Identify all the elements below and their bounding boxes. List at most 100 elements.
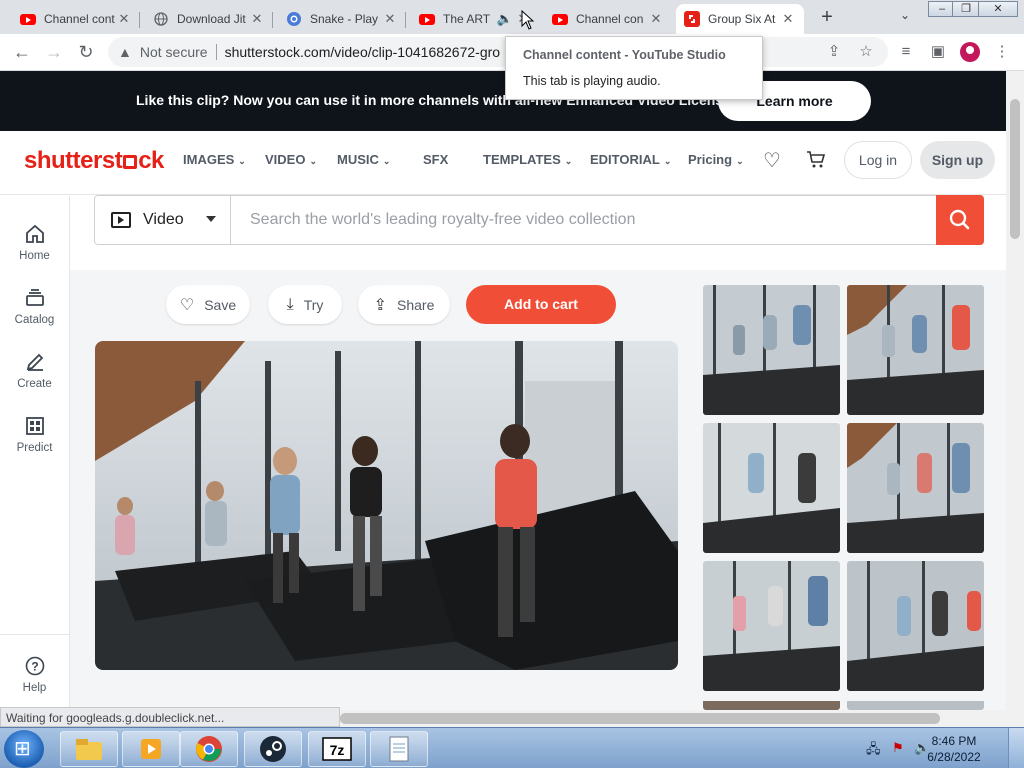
bookmark-star-icon[interactable]: ☆ bbox=[856, 42, 876, 62]
rail-label: Home bbox=[19, 250, 50, 262]
related-clip-thumbnail[interactable] bbox=[847, 423, 984, 553]
rail-label: Predict bbox=[16, 442, 53, 454]
related-clip-thumbnail[interactable] bbox=[703, 285, 840, 415]
close-tab-icon[interactable]: ✕ bbox=[780, 11, 796, 27]
address-bar[interactable]: ▲ Not secure shutterstock.com/video/clip… bbox=[108, 37, 888, 67]
search-input[interactable] bbox=[232, 196, 932, 244]
login-button[interactable]: Log in bbox=[844, 141, 912, 179]
close-tab-icon[interactable]: ✕ bbox=[648, 11, 664, 27]
nav-images[interactable]: IMAGES ⌄ bbox=[183, 152, 246, 167]
browser-tab-6-active[interactable]: Group Six At ✕ bbox=[676, 4, 804, 34]
url-text[interactable]: shutterstock.com/video/clip-1041682672-g… bbox=[225, 44, 501, 60]
logo-text-end: ck bbox=[138, 147, 164, 174]
download-icon: ⤓ bbox=[286, 295, 294, 313]
add-to-cart-button[interactable]: Add to cart bbox=[466, 285, 616, 324]
security-label[interactable]: Not secure bbox=[140, 44, 208, 60]
system-clock[interactable]: 8:46 PM 6/28/2022 bbox=[922, 733, 986, 765]
network-icon[interactable]: 🖧 bbox=[866, 740, 881, 762]
browser-tab-3[interactable]: Snake - Play ✕ bbox=[278, 4, 406, 34]
browser-tab-5[interactable]: Channel con ✕ bbox=[544, 4, 672, 34]
tooltip-title: Channel content - YouTube Studio bbox=[523, 48, 726, 62]
menu-kebab-icon[interactable]: ⋮ bbox=[992, 42, 1012, 62]
vertical-scrollbar[interactable] bbox=[1006, 71, 1024, 710]
chevron-down-icon: ⌄ bbox=[736, 156, 744, 166]
maximize-button[interactable]: ❐ bbox=[952, 1, 980, 17]
rail-label: Catalog bbox=[14, 314, 55, 326]
warning-triangle-icon[interactable]: ▲ bbox=[118, 44, 132, 60]
share-page-icon[interactable]: ⇪ bbox=[824, 42, 844, 62]
close-tab-icon[interactable]: ✕ bbox=[116, 11, 132, 27]
heart-icon: ♡ bbox=[179, 296, 195, 314]
media-controls-icon[interactable]: ≡ bbox=[896, 42, 916, 62]
share-button[interactable]: ⇪ Share bbox=[358, 285, 450, 324]
audio-playing-icon[interactable]: 🔈 bbox=[495, 11, 515, 27]
notepad-taskbar-icon[interactable] bbox=[370, 731, 428, 767]
browser-tab-2[interactable]: Download Jit ✕ bbox=[145, 4, 273, 34]
signup-button[interactable]: Sign up bbox=[920, 141, 995, 179]
tab-search-chevron-icon[interactable]: ⌄ bbox=[896, 8, 914, 26]
nav-music[interactable]: MUSIC ⌄ bbox=[337, 152, 390, 167]
reload-icon[interactable]: ↻ bbox=[74, 40, 98, 64]
home-icon bbox=[0, 224, 69, 248]
horizontal-scrollbar[interactable] bbox=[340, 710, 1024, 727]
close-window-button[interactable]: ✕ bbox=[978, 1, 1018, 17]
back-arrow-icon[interactable]: ← bbox=[10, 40, 34, 64]
show-desktop-button[interactable] bbox=[1008, 728, 1024, 768]
status-bar-text: Waiting for googleads.g.doubleclick.net.… bbox=[0, 707, 340, 727]
nav-pricing[interactable]: Pricing ⌄ bbox=[688, 152, 744, 167]
shutterstock-logo[interactable]: shutterst ck bbox=[24, 147, 164, 175]
video-player[interactable] bbox=[95, 341, 678, 670]
rail-item-catalog[interactable]: Catalog bbox=[0, 288, 69, 326]
clock-time: 8:46 PM bbox=[931, 734, 977, 748]
search-icon bbox=[949, 209, 970, 230]
search-type-label: Video bbox=[143, 211, 184, 228]
nav-templates[interactable]: TEMPLATES ⌄ bbox=[483, 152, 572, 167]
search-bar: Video bbox=[94, 195, 984, 245]
forward-arrow-icon[interactable]: → bbox=[42, 40, 66, 64]
chrome-taskbar-icon[interactable] bbox=[180, 731, 238, 767]
youtube-icon bbox=[552, 11, 568, 27]
chevron-down-icon: ⌄ bbox=[309, 156, 318, 166]
nav-label: TEMPLATES bbox=[483, 152, 561, 167]
rail-item-help[interactable]: ? Help bbox=[0, 656, 69, 694]
start-button[interactable] bbox=[4, 730, 44, 768]
chevron-down-icon: ⌄ bbox=[238, 156, 246, 166]
nav-video[interactable]: VIDEO ⌄ bbox=[265, 152, 317, 167]
related-clip-thumbnail[interactable] bbox=[703, 561, 840, 691]
related-clip-thumbnail[interactable] bbox=[703, 699, 840, 710]
cart-icon[interactable] bbox=[804, 149, 828, 173]
nav-sfx[interactable]: SFX bbox=[423, 152, 448, 167]
nav-editorial[interactable]: EDITORIAL ⌄ bbox=[590, 152, 671, 167]
chevron-down-icon: ⌄ bbox=[382, 156, 391, 166]
steam-taskbar-icon[interactable] bbox=[244, 731, 302, 767]
rail-item-create[interactable]: Create bbox=[0, 352, 69, 390]
close-tab-icon[interactable]: ✕ bbox=[382, 11, 398, 27]
save-button[interactable]: ♡ Save bbox=[166, 285, 250, 324]
search-type-select[interactable]: Video bbox=[95, 196, 231, 244]
profile-avatar[interactable] bbox=[960, 42, 980, 62]
nav-label: EDITORIAL bbox=[590, 152, 660, 167]
browser-tab-1[interactable]: Channel cont ✕ bbox=[12, 4, 140, 34]
related-clip-thumbnail[interactable] bbox=[703, 423, 840, 553]
explorer-taskbar-icon[interactable] bbox=[60, 731, 118, 767]
search-button[interactable] bbox=[936, 195, 984, 245]
side-panel-icon[interactable]: ▣ bbox=[928, 42, 948, 62]
browser-tab-4[interactable]: The ART 🔈 ✕ bbox=[411, 4, 539, 34]
close-tab-icon[interactable]: ✕ bbox=[249, 11, 265, 27]
new-tab-button[interactable]: + bbox=[816, 6, 838, 28]
related-clip-thumbnail[interactable] bbox=[847, 699, 984, 710]
rail-item-predict[interactable]: Predict bbox=[0, 416, 69, 454]
try-button[interactable]: ⤓ Try bbox=[268, 285, 342, 324]
media-player-taskbar-icon[interactable] bbox=[122, 731, 180, 767]
related-clip-thumbnail[interactable] bbox=[847, 561, 984, 691]
catalog-icon bbox=[0, 288, 69, 312]
action-center-flag-icon[interactable]: ⚑ bbox=[892, 740, 904, 756]
related-clip-thumbnail[interactable] bbox=[847, 285, 984, 415]
7zip-taskbar-icon[interactable]: 7z bbox=[308, 731, 366, 767]
rail-item-home[interactable]: Home bbox=[0, 224, 69, 262]
nav-label: MUSIC bbox=[337, 152, 379, 167]
windows-taskbar: 7z 🖧 ⚑ 🔈 8:46 PM 6/28/2022 bbox=[0, 727, 1024, 768]
left-rail: Home Catalog Create Predict ? Help bbox=[0, 196, 70, 710]
heart-icon[interactable]: ♡ bbox=[760, 149, 784, 173]
rail-label: Help bbox=[22, 682, 47, 694]
